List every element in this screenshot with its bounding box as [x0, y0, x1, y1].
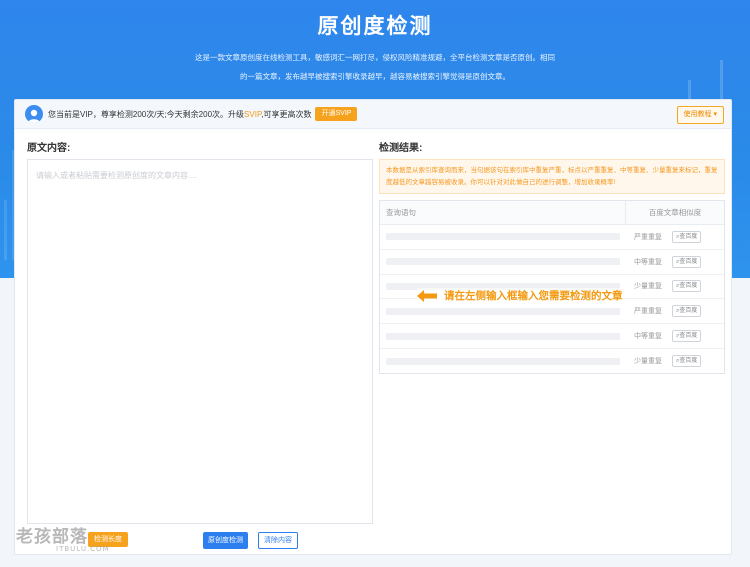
similarity-degree: 少量重复 [634, 358, 662, 366]
check-baidu-label: 查百度 [679, 233, 698, 240]
vip-text-prefix: 您当前是VIP，尊享检测200次/天;今天剩余200次。升级 [48, 109, 245, 119]
table-row: 严重重复 ⌕ 查百度 [380, 225, 724, 250]
empty-state-text: 请在左侧输入框输入您需要检测的文章 [444, 290, 623, 302]
results-table: 查询语句 百度文章相似度 严重重复 ⌕ 查百度 中等重复 ⌕ 查百度 少量重复 ⌕ 查… [379, 200, 725, 374]
description-line-1: 这是一款文章原创度在线检测工具，敏感词汇一网打尽，侵权风险精准规避，全平台检测文… [195, 53, 555, 62]
check-baidu-label: 查百度 [679, 358, 698, 365]
similarity-degree: 少量重复 [634, 283, 662, 291]
page-description: 这是一款文章原创度在线检测工具，敏感词汇一网打尽，侵权风险精准规避，全平台检测文… [190, 48, 560, 86]
detection-panel: 您当前是VIP，尊享检测200次/天;今天剩余200次。升级SVIP,可享更高次… [14, 99, 732, 555]
check-baidu-button[interactable]: ⌕ 查百度 [672, 355, 702, 368]
originality-detect-button[interactable]: 原创度检测 [203, 532, 248, 549]
check-baidu-label: 查百度 [679, 258, 698, 265]
open-svip-button[interactable]: 开通SVIP [315, 107, 358, 121]
article-input[interactable]: 请输入或者粘贴需要检测原创度的文章内容.... [27, 159, 373, 524]
table-row: 少量重复 ⌕ 查百度 [380, 349, 724, 374]
arrow-left-icon [417, 289, 437, 302]
user-avatar-icon [25, 105, 43, 123]
svip-label: SVIP [244, 109, 262, 119]
check-baidu-button[interactable]: ⌕ 查百度 [672, 255, 702, 268]
results-label: 检测结果: [379, 143, 423, 154]
check-baidu-button[interactable]: ⌕ 查百度 [672, 230, 702, 243]
watermark-title: 老孩部落 [16, 527, 88, 547]
chevron-down-icon: ▾ [713, 111, 717, 118]
page-title: 原创度检测 [317, 15, 433, 38]
query-placeholder-line [386, 233, 620, 241]
tutorial-button[interactable]: 使用教程 ▾ [676, 106, 724, 124]
query-placeholder-line [386, 332, 620, 340]
similarity-degree: 严重重复 [634, 308, 662, 316]
check-baidu-button[interactable]: ⌕ 查百度 [672, 305, 702, 318]
table-row: 中等重复 ⌕ 查百度 [380, 250, 724, 275]
vip-text-suffix: ,可享更高次数 [261, 109, 312, 119]
watermark-url: ITBULU.COM [56, 545, 110, 553]
article-input-placeholder: 请输入或者粘贴需要检测原创度的文章内容.... [36, 171, 197, 180]
results-table-header: 查询语句 百度文章相似度 [380, 200, 724, 225]
similarity-degree: 严重重复 [634, 233, 662, 241]
vip-status-text: 您当前是VIP，尊享检测200次/天;今天剩余200次。升级SVIP,可享更高次… [48, 109, 311, 120]
table-row: 中等重复 ⌕ 查百度 [380, 324, 724, 349]
query-placeholder-line [386, 258, 620, 266]
query-placeholder-line [386, 307, 620, 315]
table-row: 严重重复 ⌕ 查百度 [380, 299, 724, 325]
watermark: 老孩部落 ITBULU.COM [16, 522, 110, 553]
column-query: 查询语句 [380, 200, 626, 225]
similarity-degree: 中等重复 [634, 258, 662, 266]
empty-state-hint: 请在左侧输入框输入您需要检测的文章 [417, 288, 623, 303]
clear-content-button[interactable]: 清除内容 [258, 532, 298, 549]
column-similarity: 百度文章相似度 [648, 208, 702, 217]
vip-bar: 您当前是VIP，尊享检测200次/天;今天剩余200次。升级SVIP,可享更高次… [15, 100, 731, 129]
check-baidu-button[interactable]: ⌕ 查百度 [672, 330, 702, 343]
source-content-label: 原文内容: [27, 143, 71, 154]
query-placeholder-line [386, 357, 620, 365]
tutorial-label: 使用教程 [683, 111, 712, 118]
results-notice: 本数据是从索引库查询而来，当句据该句在索引库中重复严重，标点以严重重复、中等重复… [379, 159, 725, 194]
description-line-2: 的一篇文章，发布越早被搜索引擎收录越早，越容易被搜索引擎觉得是原创文章。 [240, 72, 510, 81]
check-baidu-label: 查百度 [679, 283, 698, 290]
check-baidu-button[interactable]: ⌕ 查百度 [672, 280, 702, 293]
check-baidu-label: 查百度 [679, 333, 698, 340]
check-baidu-label: 查百度 [679, 308, 698, 315]
similarity-degree: 中等重复 [634, 333, 662, 341]
